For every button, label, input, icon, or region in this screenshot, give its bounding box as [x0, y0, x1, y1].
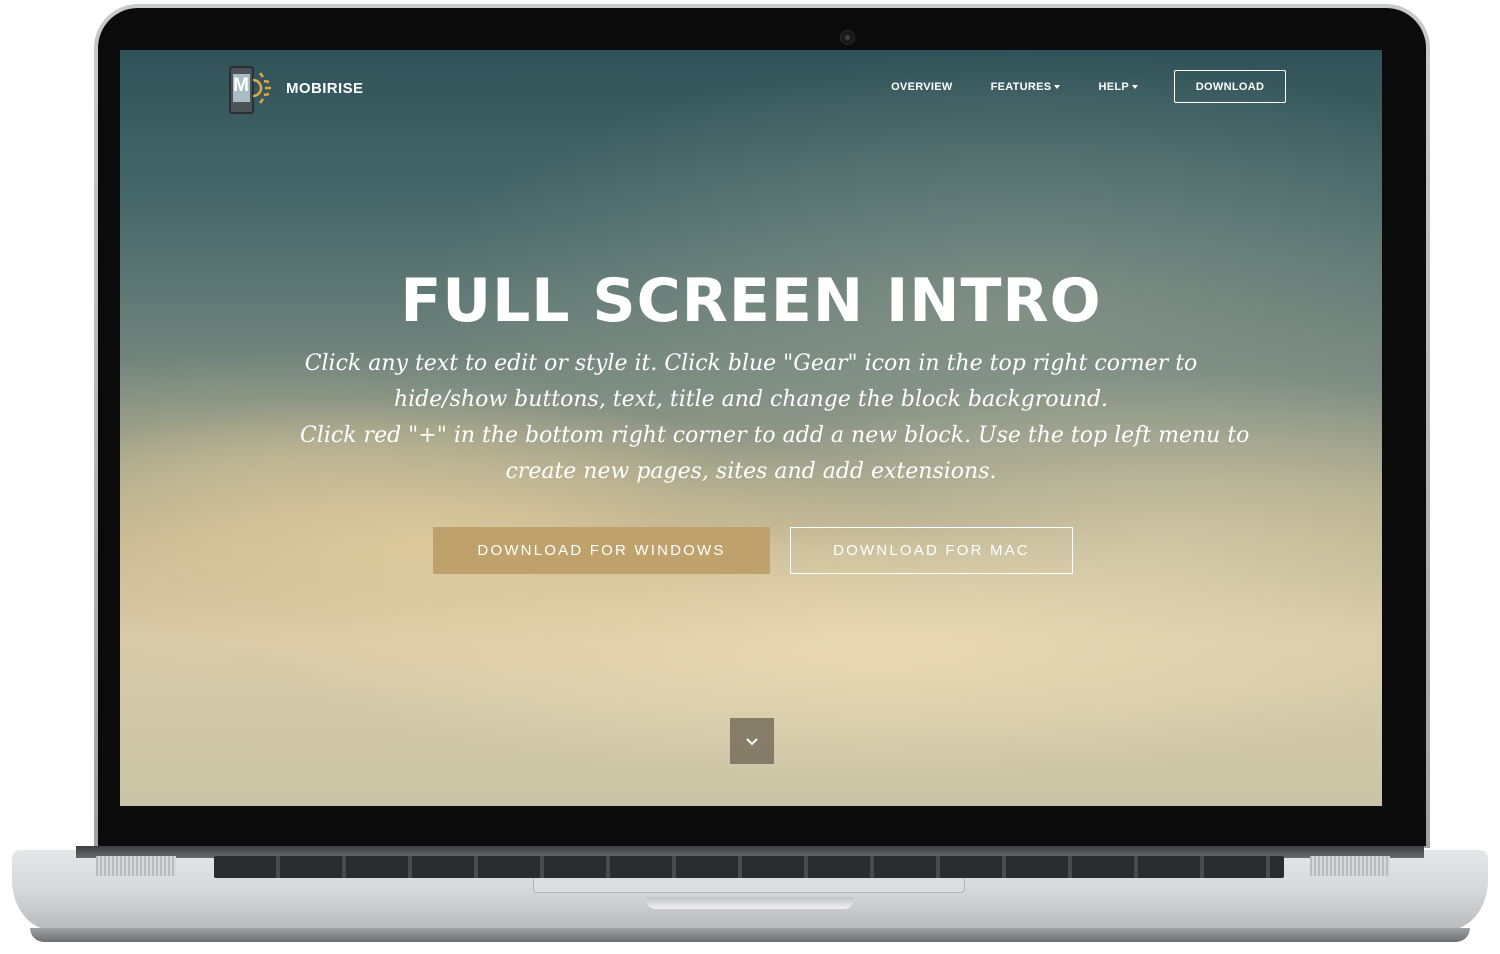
nav-links: OVERVIEW FEATURES HELP DOWNLOAD: [853, 70, 1286, 103]
logo-sun-rays-icon: [252, 72, 271, 104]
lid-notch: [646, 897, 854, 909]
hero-text-line: create new pages, sites and add extensio…: [505, 459, 997, 484]
chevron-down-icon: [746, 737, 758, 745]
webcam-icon: [840, 30, 855, 45]
caret-down-icon: [1054, 84, 1061, 89]
scroll-down-button[interactable]: [730, 718, 774, 764]
mobirise-logo-icon: M: [226, 63, 272, 114]
brand-name: MOBIRISE: [286, 79, 364, 97]
nav-item-help[interactable]: HELP: [1098, 81, 1138, 93]
download-mac-button[interactable]: DOWNLOAD FOR MAC: [790, 527, 1073, 574]
laptop-screen: M MOBIRISE OVERVIEW FEATURES HELP DOWNLO…: [120, 50, 1382, 806]
brand[interactable]: M MOBIRISE: [226, 62, 363, 114]
download-windows-button[interactable]: DOWNLOAD FOR WINDOWS: [433, 527, 770, 574]
hero-text-line: Click any text to edit or style it. Clic…: [304, 351, 1198, 376]
hero-title: FULL SCREEN INTRO: [400, 266, 1102, 336]
nav-item-label: FEATURES: [990, 80, 1052, 93]
laptop-base-edge: [30, 928, 1470, 942]
speaker-grille-left: [96, 856, 176, 876]
hero-description: Click any text to edit or style it. Clic…: [300, 346, 1250, 490]
caret-down-icon: [1132, 84, 1138, 89]
nav-item-overview[interactable]: OVERVIEW: [891, 81, 953, 93]
nav-item-features[interactable]: FEATURES: [991, 81, 1061, 93]
navbar: M MOBIRISE OVERVIEW FEATURES HELP DOWNLO…: [120, 50, 1382, 128]
hero-text-line: Click red "+" in the bottom right corner…: [300, 423, 1250, 448]
hero-text-line: hide/show buttons, text, title and chang…: [393, 387, 1109, 412]
nav-item-label: OVERVIEW: [891, 80, 953, 93]
nav-item-label: HELP: [1098, 80, 1129, 93]
keyboard: [214, 856, 1284, 878]
nav-download-button[interactable]: DOWNLOAD: [1174, 70, 1286, 103]
trackpad: [533, 878, 965, 893]
speaker-grille-right: [1310, 856, 1390, 876]
